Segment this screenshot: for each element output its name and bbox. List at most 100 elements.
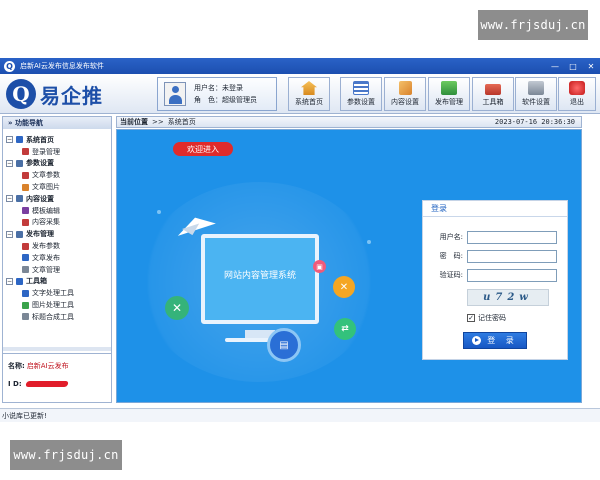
user-name-label: 用户名： — [194, 84, 222, 92]
collapse-icon[interactable]: − — [6, 195, 13, 203]
user-info-box: 用户名：未登录 角 色：超级管理员 — [157, 77, 277, 111]
settings-icon — [16, 159, 23, 167]
nav-item-11[interactable]: 文章管理 — [6, 264, 110, 276]
toolbox-icon — [485, 84, 501, 95]
watermark-top: www.frjsduj.cn — [478, 10, 588, 40]
panel-splitter[interactable] — [3, 347, 111, 351]
toolbar-home-button[interactable]: 系统首页 — [288, 77, 330, 111]
nav-label: 文章图片 — [32, 183, 60, 192]
tools-icon: ✕ — [333, 276, 355, 298]
collapse-icon[interactable]: − — [6, 277, 13, 285]
breadcrumb-current[interactable]: 系统首页 — [168, 117, 196, 127]
content-icon — [16, 195, 23, 203]
user-role-value: 超级管理员 — [222, 96, 257, 104]
id-card-icon: ▤ — [267, 328, 301, 362]
cart-icon: ▣ — [313, 260, 326, 273]
nav-item-4[interactable]: 文章图片 — [6, 181, 110, 193]
nav-label: 文章管理 — [32, 265, 60, 274]
nav-item-13[interactable]: 文字处理工具 — [6, 287, 110, 299]
user-icon — [22, 148, 29, 156]
login-arrow-icon — [472, 336, 482, 345]
nav-label: 内容设置 — [26, 194, 54, 203]
nav-item-1[interactable]: 登录管理 — [6, 146, 110, 158]
nav-group-12[interactable]: − 工具箱 — [6, 276, 110, 288]
home-icon — [301, 81, 317, 95]
grid-icon — [22, 266, 29, 274]
app-icon: Q — [4, 60, 15, 72]
nav-label: 模板编辑 — [32, 206, 60, 215]
nav-label: 发布参数 — [32, 242, 60, 251]
nav-item-15[interactable]: 标题合成工具 — [6, 311, 110, 323]
collapse-icon[interactable]: − — [6, 136, 13, 144]
toolbar-label: 参数设置 — [347, 98, 375, 106]
nav-item-7[interactable]: 内容采集 — [6, 217, 110, 229]
user-role-label: 角 色： — [194, 96, 222, 104]
watermark-bottom: www.frjsduj.cn — [10, 440, 122, 470]
minimize-button[interactable]: — — [546, 58, 564, 74]
remember-checkbox[interactable]: ✓ — [467, 314, 475, 322]
toolbar-params-button[interactable]: 参数设置 — [340, 77, 382, 111]
close-button[interactable]: ✕ — [582, 58, 600, 74]
nav-header: » 功能导航 — [3, 117, 111, 129]
toolbar-label: 退出 — [570, 98, 584, 106]
password-input[interactable] — [467, 249, 557, 263]
home-icon — [16, 136, 23, 144]
nav-label: 发布管理 — [26, 230, 54, 239]
login-button[interactable]: 登 录 — [463, 332, 527, 349]
nav-group-2[interactable]: − 参数设置 — [6, 158, 110, 170]
captcha-image[interactable]: u72w — [467, 289, 549, 306]
login-button-label: 登 录 — [487, 336, 518, 345]
nav-label: 标题合成工具 — [32, 312, 74, 321]
nav-item-14[interactable]: 图片处理工具 — [6, 299, 110, 311]
toolbar-content-button[interactable]: 内容设置 — [384, 77, 426, 111]
breadcrumb: 当前位置 >> 系统首页 2023-07-16 20:36:30 — [116, 116, 582, 128]
collapse-icon[interactable]: − — [6, 159, 13, 167]
remember-password[interactable]: ✓ 记住密码 — [467, 313, 506, 323]
info-name-value: 启新AI云发布 — [26, 362, 69, 370]
nav-item-9[interactable]: 发布参数 — [6, 240, 110, 252]
nav-group-5[interactable]: − 内容设置 — [6, 193, 110, 205]
document-icon — [398, 81, 412, 95]
nav-label: 文章发布 — [32, 253, 60, 262]
toolbar-publish-button[interactable]: 发布管理 — [428, 77, 470, 111]
logo-text: 易企推 — [40, 83, 103, 108]
nav-item-3[interactable]: 文章参数 — [6, 169, 110, 181]
image-icon — [22, 183, 29, 191]
nav-label: 参数设置 — [26, 159, 54, 168]
toolbar-exit-button[interactable]: 退出 — [558, 77, 596, 111]
info-name-label: 名称: — [8, 362, 25, 370]
login-panel: 登录 用户名: 密 码: 验证码: u72w ✓ 记住密码 登 录 — [422, 200, 568, 360]
swap-icon: ⇄ — [334, 318, 356, 340]
maximize-button[interactable]: □ — [564, 58, 582, 74]
toolbar-label: 系统首页 — [295, 98, 323, 106]
datetime: 2023-07-16 20:36:30 — [494, 118, 575, 126]
toolbar-toolbox-button[interactable]: 工具箱 — [472, 77, 514, 111]
gear-icon — [22, 171, 29, 179]
nav-group-8[interactable]: − 发布管理 — [6, 228, 110, 240]
username-label: 用户名: — [439, 233, 463, 241]
remember-label: 记住密码 — [478, 314, 506, 322]
template-icon — [22, 207, 29, 215]
username-input[interactable] — [467, 230, 557, 244]
nav-item-10[interactable]: 文章发布 — [6, 252, 110, 264]
user-name-value: 未登录 — [222, 84, 243, 92]
collect-icon — [22, 218, 29, 226]
toolbar-settings-button[interactable]: 软件设置 — [515, 77, 557, 111]
window-title: 启新AI云发布信息发布软件 — [20, 62, 104, 70]
nav-tree: − 系统首页 登录管理 − 参数设置 文章参数 文章图片 − 内容设置 模板编辑 内容采集 − 发布管理… — [6, 134, 110, 323]
collapse-icon[interactable]: − — [6, 230, 13, 238]
welcome-banner: 欢迎进入 — [173, 142, 233, 156]
avatar-icon — [164, 82, 186, 106]
logo-mark: Q — [6, 79, 36, 109]
redacted-id — [24, 381, 69, 387]
nav-label: 工具箱 — [26, 277, 47, 286]
password-label: 密 码: — [439, 252, 463, 260]
nav-item-6[interactable]: 模板编辑 — [6, 205, 110, 217]
info-id-label: I D: — [8, 380, 22, 388]
captcha-input[interactable] — [467, 268, 557, 282]
text-icon — [22, 289, 29, 297]
nav-label: 文章参数 — [32, 171, 60, 180]
toolbar-label: 工具箱 — [482, 98, 504, 106]
nav-label: 文字处理工具 — [32, 289, 74, 298]
nav-group-0[interactable]: − 系统首页 — [6, 134, 110, 146]
